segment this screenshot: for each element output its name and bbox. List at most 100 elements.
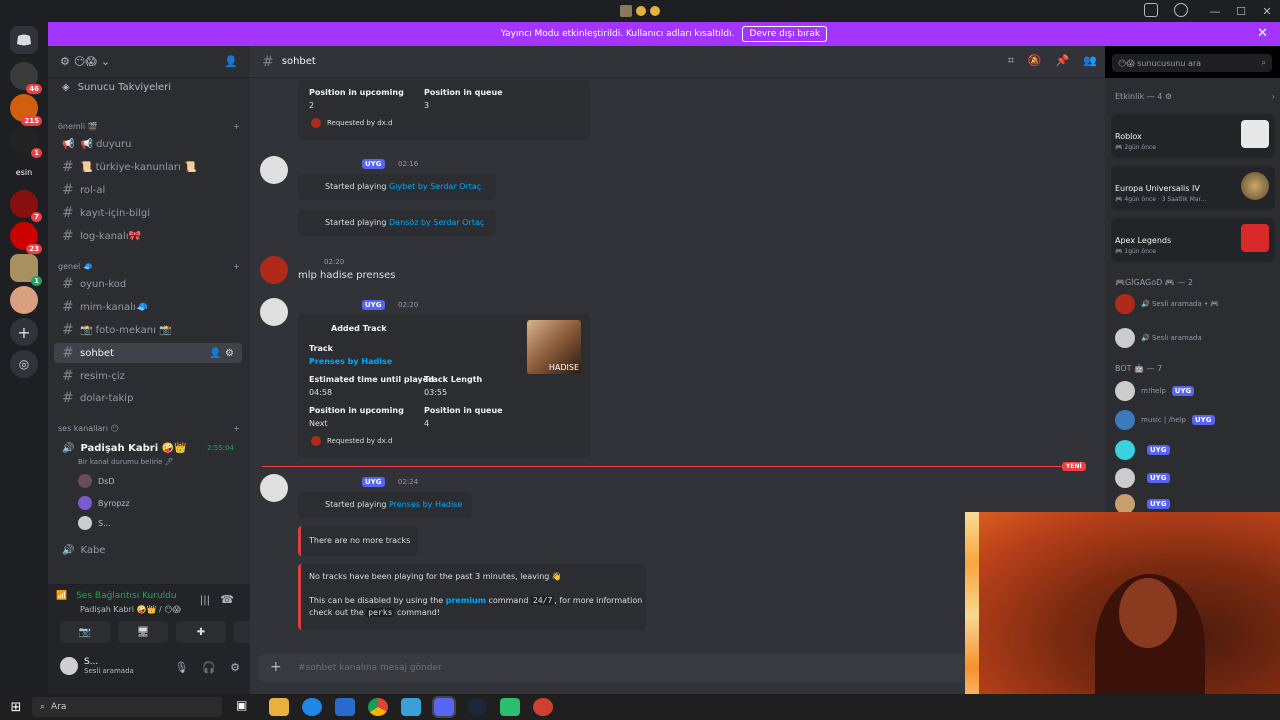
activity-card[interactable]: Roblox 🎮 2gün önce [1111,114,1275,158]
discord-home-icon[interactable] [10,26,38,54]
windows-start-icon[interactable]: ⊞ [0,700,32,715]
server-icon[interactable]: 7 [10,190,42,222]
user-panel[interactable]: S... Sesli aramada 🎙 🎧 ⚙ [60,657,240,675]
channel-turkiye-kanunlari[interactable]: # 📜 türkiye-kanunları 📜 [54,157,242,177]
pin-icon[interactable]: 📌 [1056,54,1070,68]
steam-icon[interactable] [467,698,487,716]
voice-user[interactable]: Byropzz [78,496,130,510]
app-icon[interactable] [500,698,520,716]
channel-settings-icon[interactable]: 👤 ⚙ [209,348,234,359]
app-icon[interactable] [533,698,553,716]
game-name: Apex Legends [1115,236,1172,245]
close-icon[interactable]: ✕ [1257,26,1268,41]
app-icon[interactable] [401,698,421,716]
channel-sohbet[interactable]: # sohbet 👤 ⚙ [54,343,242,363]
add-channel-icon[interactable]: + [233,122,240,131]
server-icon[interactable]: 1 [10,254,42,286]
avatar[interactable] [260,298,288,326]
member-list-icon[interactable]: 👥 [1083,54,1097,68]
channel-kayit[interactable]: # kayıt-için-bilgi [54,203,242,223]
add-server-icon[interactable]: + [10,318,38,346]
voice-user[interactable]: DsD [78,474,115,488]
hash-icon: # [62,228,74,244]
avatar[interactable] [260,156,288,184]
maximize-button[interactable]: ☐ [1228,5,1254,18]
search-input[interactable]: 😶😱 sunucusunu ara ⌕ [1112,54,1272,72]
voice-channel-padisah[interactable]: 🔊 Padişah Kabri 🤪👑 2:55:04 [54,438,242,458]
chevron-right-icon[interactable]: › [1272,92,1275,101]
member-item[interactable]: UYG [1115,440,1170,460]
voice-status-text[interactable]: Bir kanal durumu belirle 🖊 [78,458,174,466]
member-item[interactable]: 🔊 Sesli aramada • 🎮 [1115,294,1219,314]
channel-foto[interactable]: # 📸 foto-mekanı 📸 [54,320,242,340]
track-link[interactable]: Prenses by Hadise [389,500,462,509]
camera-button[interactable]: 📷 [60,621,110,643]
member-item[interactable]: UYG [1115,494,1170,514]
activity-card[interactable]: Europa Universalis IV 🎮 4gün önce · 3 Sa… [1111,166,1275,210]
threads-icon[interactable]: ⌗ [1008,54,1014,68]
premium-link[interactable]: premium [446,596,486,605]
taskbar-search[interactable]: ⌕ Ara [32,697,222,717]
add-member-icon[interactable]: 👤 [224,55,238,68]
category-voice[interactable]: ses kanalları 😶 + [58,424,240,433]
noise-suppression-icon[interactable]: ||| [200,595,210,606]
minimize-button[interactable]: — [1202,5,1228,18]
server-icon[interactable]: 23 [10,222,42,254]
member-item[interactable]: 🔊 Sesli aramada [1115,328,1202,348]
album-thumbnail[interactable]: HADISE [527,320,581,374]
activity-header[interactable]: Etkinlik — 4 ⚙ › [1115,92,1275,101]
channel-duyuru[interactable]: 📢 📢 duyuru [54,134,242,154]
attach-plus-icon[interactable]: + [270,659,282,675]
discord-taskbar-icon[interactable] [432,696,456,718]
edge-icon[interactable] [302,698,322,716]
channel-label: sohbet [80,347,115,359]
server-icon-esin[interactable]: esin [10,158,38,186]
category-label: ses kanalları 😶 [58,424,119,433]
track-link[interactable]: Dansöz by Serdar Ortaç [389,218,484,227]
member-item[interactable]: m!help UYG [1115,381,1195,401]
activity-card[interactable]: Apex Legends 🎮 1gün önce [1111,218,1275,262]
screen-share-button[interactable]: 🖥 [118,621,168,643]
add-channel-icon[interactable]: + [233,424,240,433]
channel-oyun-kod[interactable]: # oyun-kod [54,274,242,294]
track-link[interactable]: Gıybet by Serdar Ortaç [389,182,481,191]
close-window-button[interactable]: ✕ [1254,5,1280,18]
channel-resim[interactable]: # resim-çiz [54,366,242,386]
server-boosts[interactable]: ◈ Sunucu Takviyeleri [62,82,171,93]
help-icon[interactable] [1174,3,1188,17]
category-important[interactable]: önemli 🎬 + [58,122,240,131]
gear-icon[interactable]: ⚙ [230,661,240,674]
headphones-icon[interactable]: 🎧 [202,661,216,674]
server-icon[interactable]: 215 [10,94,42,126]
voice-user[interactable]: S... [78,516,111,530]
voice-status[interactable]: 📶 Ses Bağlantısı Kuruldu Padişah Kabri 🤪… [56,591,181,614]
activities-button[interactable]: ✚ [176,621,226,643]
file-explorer-icon[interactable] [269,698,289,716]
add-channel-icon[interactable]: + [233,262,240,271]
avatar[interactable] [260,256,288,284]
disable-streamer-mode-button[interactable]: Devre dışı bırak [742,26,828,42]
channel-dolar[interactable]: # dolar-takip [54,388,242,408]
server-icon[interactable]: 1 [10,126,42,158]
avatar[interactable] [260,474,288,502]
disconnect-icon[interactable]: ☎ [220,593,234,606]
server-header[interactable]: ⚙ 😶😱 ⌄ 👤 [48,46,250,78]
channel-log[interactable]: # log-kanalı🎀 [54,226,242,246]
member-item[interactable]: UYG [1115,468,1170,488]
member-item[interactable]: music | /help UYG [1115,410,1215,430]
microphone-icon[interactable]: 🎙 [174,661,188,674]
voice-connection-panel: 📶 Ses Bağlantısı Kuruldu Padişah Kabri 🤪… [48,584,284,694]
task-view-icon[interactable]: ▣ [236,698,256,716]
mute-bell-icon[interactable]: 🔕 [1028,54,1042,68]
store-icon[interactable] [335,698,355,716]
server-icon[interactable] [10,286,38,314]
voice-channel-kabe[interactable]: 🔊 Kabe [54,540,242,560]
channel-rol-al[interactable]: # rol-al [54,180,242,200]
discover-icon[interactable]: ◎ [10,350,38,378]
channel-mim[interactable]: # mim-kanalı🧢 [54,297,242,317]
category-general[interactable]: genel 🧢 + [58,262,240,271]
inbox-icon[interactable] [1144,3,1158,17]
chrome-icon[interactable] [368,698,388,716]
server-icon[interactable]: 46 [10,62,42,94]
track-link[interactable]: Prenses by Hadise [309,357,392,366]
